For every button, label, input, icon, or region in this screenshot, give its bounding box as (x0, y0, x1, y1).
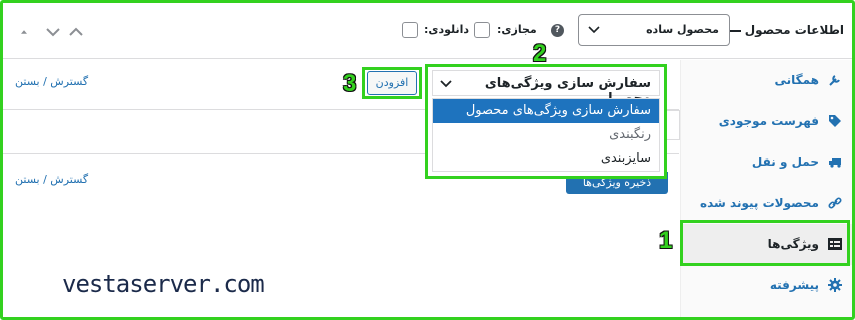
chevron-down-icon (440, 80, 452, 88)
help-icon[interactable]: ? (551, 24, 564, 37)
sidebar-item-advanced[interactable]: پیشرفته (680, 265, 852, 306)
sidebar-item-linked-products[interactable]: محصولات پیوند شده (680, 183, 852, 224)
gear-icon (828, 278, 842, 292)
metabox-header: اطلاعات محصول محصول ساده ? مجازی: دانلود… (3, 3, 852, 59)
product-type-value: محصول ساده (646, 23, 719, 36)
downloadable-label: دانلودی: (424, 23, 470, 36)
header-controls (15, 23, 95, 43)
title-dash (729, 30, 741, 32)
sidebar-item-label: پیشرفته (769, 278, 819, 292)
sidebar-item-label: محصولات پیوند شده (700, 196, 819, 210)
sidebar-item-label: حمل و نقل (751, 155, 819, 169)
wrench-icon (829, 75, 840, 86)
sidebar-item-general[interactable]: همگانی (680, 60, 852, 101)
highlight-box-attributes (680, 220, 850, 266)
product-type-select[interactable]: محصول ساده (578, 14, 730, 46)
product-data-tabs: همگانی فهرست موجودی حمل و نقل محصولات پی… (680, 60, 852, 317)
truck-icon (829, 158, 841, 168)
chevron-down-icon (588, 26, 600, 34)
sidebar-item-label: همگانی (774, 73, 820, 87)
expand-collapse-link-top[interactable]: گسترش / بستن (15, 75, 88, 88)
virtual-label: مجازی: (497, 23, 537, 36)
chevron-up-icon[interactable] (67, 23, 85, 41)
dropdown-option[interactable]: رنگبندی (433, 123, 659, 147)
callout-number-2: 2 (533, 40, 547, 67)
metabox-title: اطلاعات محصول (744, 23, 844, 37)
chevron-down-icon[interactable] (44, 23, 62, 41)
sidebar-item-inventory[interactable]: فهرست موجودی (680, 101, 852, 142)
dropdown-option[interactable]: سایزبندی (433, 147, 659, 171)
sidebar-item-shipping[interactable]: حمل و نقل (680, 142, 852, 183)
dropdown-option[interactable]: سفارش سازی ویژگی‌های محصول (433, 99, 659, 123)
dropdown-selected[interactable]: سفارش سازی ویژگی‌های محصول (432, 70, 660, 106)
sidebar-item-label: فهرست موجودی (718, 114, 819, 128)
sort-up-icon[interactable] (15, 23, 33, 41)
link-icon (828, 197, 842, 209)
watermark: vestaserver.com (62, 270, 265, 298)
tag-icon (829, 115, 841, 127)
callout-number-3: 3 (343, 70, 357, 97)
callout-number-1: 1 (659, 227, 673, 254)
attribute-taxonomy-dropdown[interactable]: سفارش سازی ویژگی‌های محصول سفارش سازی وی… (425, 64, 667, 179)
virtual-checkbox[interactable] (474, 22, 490, 38)
expand-collapse-link-bottom[interactable]: گسترش / بستن (15, 173, 88, 186)
highlight-box-add (362, 67, 422, 99)
dropdown-options: سفارش سازی ویژگی‌های محصول رنگبندی سایزب… (432, 98, 660, 172)
downloadable-checkbox[interactable] (402, 22, 418, 38)
